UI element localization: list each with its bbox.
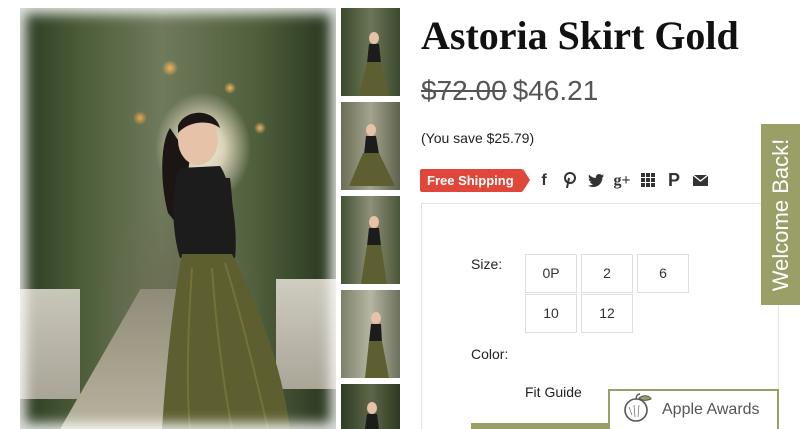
product-main-image[interactable]	[20, 8, 336, 429]
sale-price: $46.21	[512, 75, 599, 106]
facebook-icon[interactable]: f	[531, 172, 557, 190]
savings-text: (You save $25.79)	[421, 130, 535, 146]
p-icon[interactable]: P	[661, 170, 687, 191]
share-icons: f g+ P	[531, 169, 713, 192]
size-option-12[interactable]: 12	[581, 294, 633, 333]
free-shipping-badge: Free Shipping	[420, 169, 530, 192]
thumbnail-3[interactable]	[341, 196, 400, 284]
size-option-10[interactable]: 10	[525, 294, 577, 333]
thumbnail-1[interactable]	[341, 8, 400, 96]
twitter-icon[interactable]	[583, 172, 609, 190]
welcome-back-tab[interactable]: Welcome Back!	[761, 124, 800, 305]
size-label: Size:	[471, 256, 503, 272]
size-option-2[interactable]: 2	[581, 254, 633, 293]
welcome-back-label: Welcome Back!	[767, 138, 793, 291]
pinterest-icon[interactable]	[557, 172, 583, 190]
size-option-6[interactable]: 6	[637, 254, 689, 293]
grid-icon[interactable]	[635, 172, 661, 190]
price-row: $72.00 $46.21	[421, 75, 598, 107]
email-icon[interactable]	[687, 172, 713, 190]
thumbnail-strip	[341, 8, 400, 429]
apple-awards-widget[interactable]: Apple Awards	[608, 389, 779, 429]
thumbnail-5[interactable]	[341, 384, 400, 429]
fit-guide-link[interactable]: Fit Guide	[525, 384, 582, 400]
apple-icon	[620, 392, 654, 428]
photo-vignette	[20, 8, 336, 429]
original-price: $72.00	[421, 75, 507, 106]
google-plus-icon[interactable]: g+	[609, 172, 635, 190]
color-label: Color:	[471, 346, 509, 362]
size-option-0p[interactable]: 0P	[525, 254, 577, 293]
apple-awards-label: Apple Awards	[662, 401, 760, 418]
thumbnail-4[interactable]	[341, 290, 400, 378]
product-title: Astoria Skirt Gold	[421, 13, 739, 58]
thumbnail-2[interactable]	[341, 102, 400, 190]
